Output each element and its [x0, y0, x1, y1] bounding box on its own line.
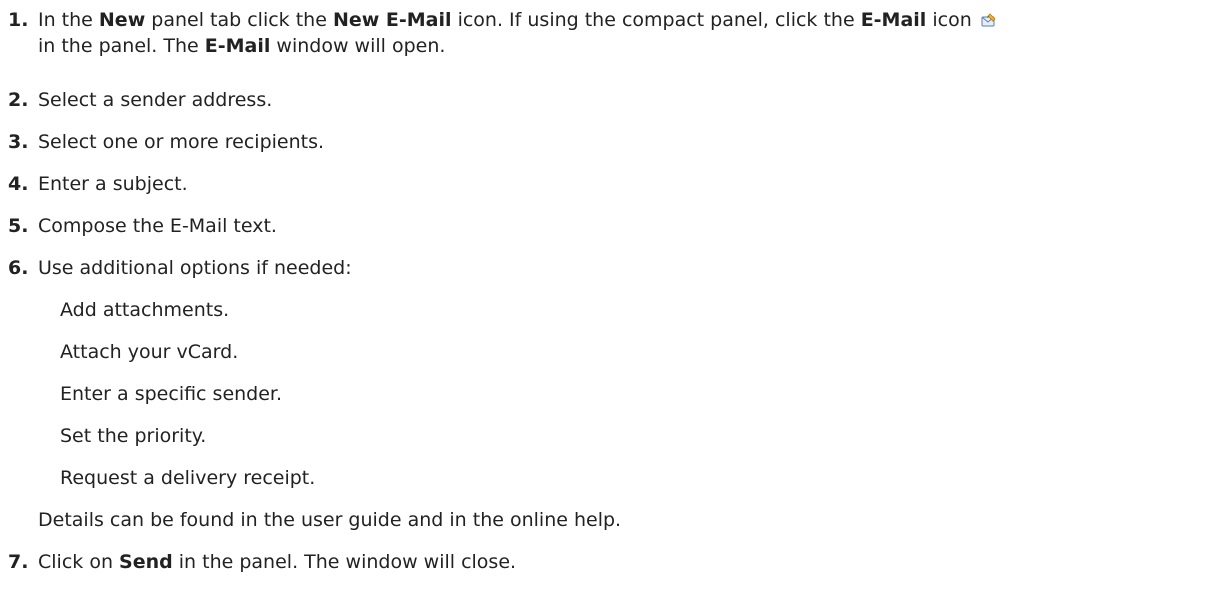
- step-text: Select one or more recipients.: [38, 131, 325, 153]
- step-2: 2. Select a sender address.: [8, 87, 1197, 113]
- step-bold-text: New E-Mail: [332, 9, 452, 31]
- step-text: Use additional options if needed:: [38, 257, 352, 279]
- option-item: Request a delivery receipt.: [60, 467, 316, 489]
- step-6: 6. Use additional options if needed:: [8, 255, 1197, 281]
- step-5: 5. Compose the E-Mail text.: [8, 213, 1197, 239]
- step-number: 2.: [8, 89, 29, 111]
- step-text: icon. If using the compact panel, click …: [451, 9, 861, 31]
- step-bold-text: Send: [119, 551, 173, 573]
- step-bold-text: E-Mail: [860, 9, 927, 31]
- details-note: Details can be found in the user guide a…: [38, 509, 622, 531]
- step-3: 3. Select one or more recipients.: [8, 129, 1197, 155]
- step-number: 1.: [8, 9, 29, 31]
- step-number: 6.: [8, 257, 29, 279]
- step-text: in the panel. The window will close.: [172, 551, 517, 573]
- email-compose-icon: [981, 13, 996, 27]
- step-number: 4.: [8, 173, 29, 195]
- step-1-continued: in the panel. The E-Mail window will ope…: [8, 33, 1197, 59]
- step-text: window will open.: [270, 35, 446, 57]
- step-text: Enter a subject.: [38, 173, 188, 195]
- step-bold-text: E-Mail: [204, 35, 271, 57]
- step-text: panel tab click the: [145, 9, 333, 31]
- step-text: Select a sender address.: [38, 89, 273, 111]
- instruction-document: 1. In the New panel tab click the New E-M…: [0, 0, 1205, 610]
- option-item: Attach your vCard.: [60, 341, 239, 363]
- step-1: 1. In the New panel tab click the New E-M…: [8, 7, 1197, 59]
- option-item: Enter a specific sender.: [60, 383, 283, 405]
- step-text: Compose the E-Mail text.: [38, 215, 277, 237]
- option-item: Add attachments.: [60, 299, 230, 321]
- step-text: Click on: [38, 551, 120, 573]
- step-text: icon: [926, 9, 972, 31]
- step-number: 7.: [8, 551, 29, 573]
- step-7: 7. Click on Send in the panel. The window…: [8, 549, 1197, 575]
- step-text: in the panel. The: [38, 35, 205, 57]
- step-number: 3.: [8, 131, 29, 153]
- step-text: In the: [38, 9, 99, 31]
- step-bold-text: New: [98, 9, 146, 31]
- option-item: Set the priority.: [60, 425, 207, 447]
- step-number: 5.: [8, 215, 29, 237]
- step-4: 4. Enter a subject.: [8, 171, 1197, 197]
